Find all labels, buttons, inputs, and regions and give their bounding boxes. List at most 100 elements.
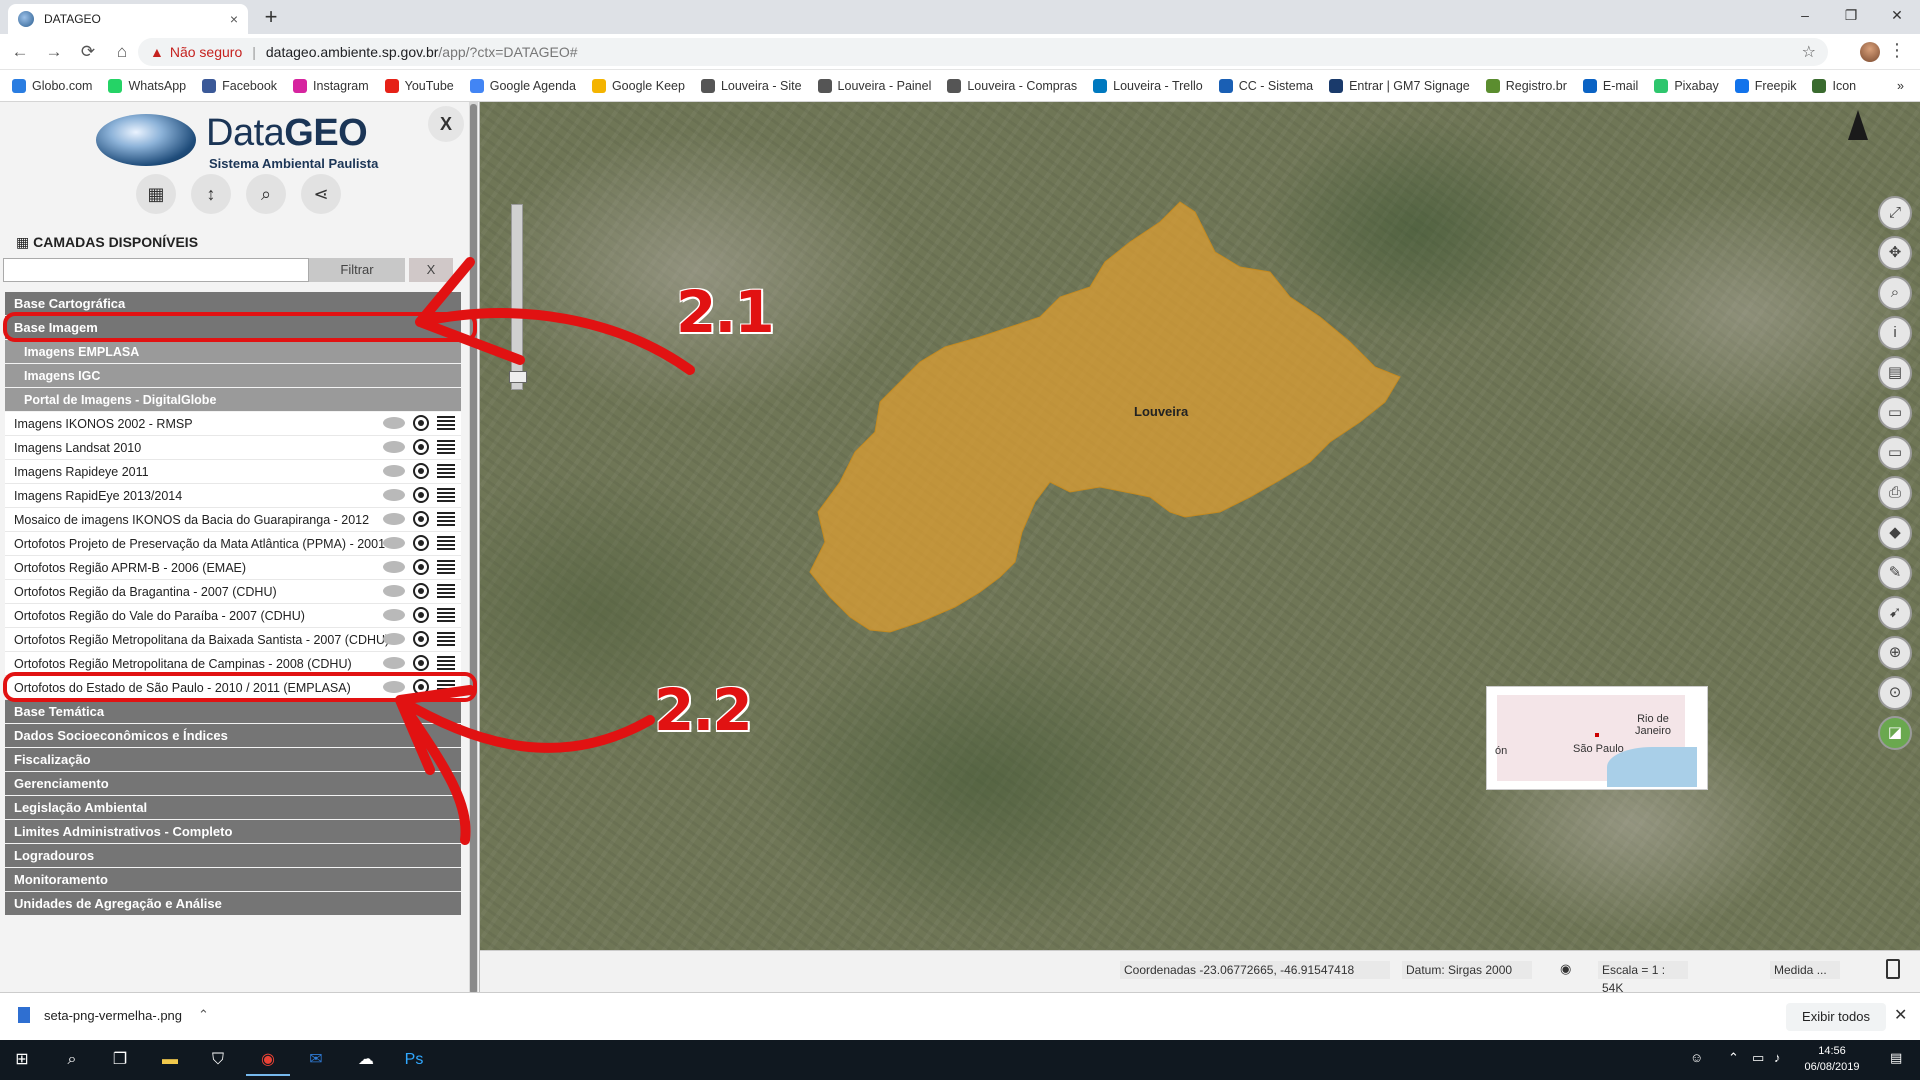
clear-filter-button[interactable]: X bbox=[409, 258, 453, 282]
layer-subcategory[interactable]: Imagens IGC bbox=[5, 364, 461, 388]
bookmark-item[interactable]: YouTube bbox=[384, 78, 454, 93]
layer-radio[interactable] bbox=[413, 511, 429, 527]
layer-item[interactable]: Ortofotos Região do Vale do Paraíba - 20… bbox=[5, 604, 461, 628]
bookmark-item[interactable]: Louveira - Painel bbox=[817, 78, 931, 93]
layer-item[interactable]: Ortofotos Região Metropolitana de Campin… bbox=[5, 652, 461, 676]
visibility-eye-icon[interactable] bbox=[383, 657, 405, 669]
pencil-icon[interactable]: ✎ bbox=[1878, 556, 1912, 590]
layer-radio[interactable] bbox=[413, 463, 429, 479]
search-icon[interactable]: ⌕ bbox=[246, 174, 286, 214]
grid-icon[interactable]: ▦ bbox=[136, 174, 176, 214]
zoom-slider[interactable] bbox=[509, 204, 527, 390]
close-panel-button[interactable]: X bbox=[428, 106, 464, 142]
measure-readout[interactable]: Medida ... bbox=[1770, 961, 1840, 979]
close-window-button[interactable]: ✕ bbox=[1874, 0, 1920, 30]
panel-scroll-thumb[interactable] bbox=[470, 104, 477, 994]
info-icon[interactable]: i bbox=[1878, 316, 1912, 350]
layer-item[interactable]: Imagens IKONOS 2002 - RMSP bbox=[5, 412, 461, 436]
layer-category[interactable]: Legislação Ambiental bbox=[5, 796, 461, 820]
layer-item[interactable]: Mosaico de imagens IKONOS da Bacia do Gu… bbox=[5, 508, 461, 532]
omnibox[interactable]: ▲ Não seguro | datageo.ambiente.sp.gov.b… bbox=[138, 38, 1828, 66]
reload-button[interactable]: ⟳ bbox=[74, 38, 102, 66]
zoom-icon[interactable]: ⌕ bbox=[1878, 276, 1912, 310]
taskbar-clock[interactable]: 14:56 06/08/2019 bbox=[1800, 1043, 1864, 1075]
layer-menu-icon[interactable] bbox=[437, 608, 455, 622]
arrows-vertical-icon[interactable]: ↕ bbox=[191, 174, 231, 214]
layer-radio[interactable] bbox=[413, 655, 429, 671]
layer-item[interactable]: Ortofotos Projeto de Preservação da Mata… bbox=[5, 532, 461, 556]
forward-button[interactable]: → bbox=[40, 38, 68, 66]
layer-menu-icon[interactable] bbox=[437, 536, 455, 550]
document-icon[interactable]: ▤ bbox=[1878, 356, 1912, 390]
ruler2-icon[interactable]: ▭ bbox=[1878, 436, 1912, 470]
chrome-icon[interactable]: ◉ bbox=[246, 1044, 290, 1076]
layer-category[interactable]: Limites Administrativos - Completo bbox=[5, 820, 461, 844]
visibility-eye-icon[interactable] bbox=[383, 417, 405, 429]
map-view[interactable]: Louveira ⤢ ✥ ⌕ i ▤ ▭ ▭ ⎙ ◆ ✎ ➹ ⊕ ⊙ ◪ Rio de Janeiro S… bbox=[480, 102, 1920, 950]
filter-button[interactable]: Filtrar bbox=[309, 258, 405, 282]
visibility-eye-icon[interactable] bbox=[383, 465, 405, 477]
bookmark-item[interactable]: Google Agenda bbox=[469, 78, 576, 93]
bookmark-item[interactable]: Instagram bbox=[293, 78, 369, 93]
visibility-eye-icon[interactable] bbox=[383, 609, 405, 621]
mobile-view-icon[interactable] bbox=[1886, 959, 1900, 979]
download-item[interactable]: seta-png-vermelha-.png ⌃ bbox=[18, 1007, 209, 1023]
tab-close-icon[interactable]: × bbox=[230, 11, 238, 27]
layer-item[interactable]: Ortofotos do Estado de São Paulo - 2010 … bbox=[5, 676, 461, 700]
file-explorer-icon[interactable]: ▬ bbox=[148, 1044, 192, 1076]
layer-subcategory[interactable]: Portal de Imagens - DigitalGlobe bbox=[5, 388, 461, 412]
streetview-icon[interactable]: ◪ bbox=[1878, 716, 1912, 750]
layer-category[interactable]: Dados Socioeconômicos e Índices bbox=[5, 724, 461, 748]
bookmark-item[interactable]: Freepik bbox=[1734, 78, 1796, 93]
layer-radio[interactable] bbox=[413, 583, 429, 599]
layers-icon[interactable]: ◆ bbox=[1878, 516, 1912, 550]
print-icon[interactable]: ⎙ bbox=[1878, 476, 1912, 510]
bookmark-item[interactable]: Louveira - Site bbox=[700, 78, 802, 93]
layer-radio[interactable] bbox=[413, 607, 429, 623]
volume-icon[interactable]: ♪ bbox=[1774, 1050, 1781, 1065]
bookmark-item[interactable]: Louveira - Compras bbox=[947, 78, 1077, 93]
browser-menu-icon[interactable]: ⋮ bbox=[1888, 40, 1906, 61]
notifications-icon[interactable]: ▤ bbox=[1890, 1050, 1902, 1066]
pointer-icon[interactable]: ➹ bbox=[1878, 596, 1912, 630]
locate-icon[interactable]: ⊙ bbox=[1878, 676, 1912, 710]
layer-radio[interactable] bbox=[413, 415, 429, 431]
layer-category[interactable]: Gerenciamento bbox=[5, 772, 461, 796]
bookmark-item[interactable]: Registro.br bbox=[1485, 78, 1567, 93]
minimize-button[interactable]: – bbox=[1782, 0, 1828, 30]
visibility-eye-icon[interactable] bbox=[383, 633, 405, 645]
layer-radio[interactable] bbox=[413, 559, 429, 575]
pan-icon[interactable]: ✥ bbox=[1878, 236, 1912, 270]
layer-item[interactable]: Ortofotos Região APRM-B - 2006 (EMAE) bbox=[5, 556, 461, 580]
app-icon[interactable]: ☁ bbox=[344, 1044, 388, 1076]
bookmark-item[interactable]: WhatsApp bbox=[108, 78, 186, 93]
layer-item[interactable]: Ortofotos Região Metropolitana da Baixad… bbox=[5, 628, 461, 652]
layer-category[interactable]: Logradouros bbox=[5, 844, 461, 868]
windows-start-icon[interactable]: ⊞ bbox=[0, 1044, 44, 1076]
bookmark-item[interactable]: Louveira - Trello bbox=[1093, 78, 1203, 93]
layer-menu-icon[interactable] bbox=[437, 512, 455, 526]
layer-radio[interactable] bbox=[413, 631, 429, 647]
layer-menu-icon[interactable] bbox=[437, 464, 455, 478]
layer-menu-icon[interactable] bbox=[437, 680, 455, 694]
close-shelf-button[interactable]: ✕ bbox=[1894, 1005, 1907, 1025]
photoshop-icon[interactable]: Ps bbox=[392, 1044, 436, 1076]
layer-category[interactable]: Base Imagem bbox=[5, 316, 461, 340]
new-tab-button[interactable]: + bbox=[258, 5, 284, 31]
layer-category[interactable]: Base Temática bbox=[5, 700, 461, 724]
datum-target-icon[interactable]: ◉ bbox=[1560, 961, 1571, 977]
visibility-eye-icon[interactable] bbox=[383, 561, 405, 573]
bookmark-item[interactable]: CC - Sistema bbox=[1218, 78, 1313, 93]
bookmark-item[interactable]: Globo.com bbox=[12, 78, 92, 93]
overview-minimap[interactable]: Rio de Janeiro São Paulo ón bbox=[1486, 686, 1708, 790]
layer-category[interactable]: Base Cartográfica bbox=[5, 292, 461, 316]
layer-menu-icon[interactable] bbox=[437, 488, 455, 502]
bookmark-item[interactable]: Facebook bbox=[202, 78, 277, 93]
store-icon[interactable]: ⛉ bbox=[196, 1044, 240, 1076]
layer-category[interactable]: Fiscalização bbox=[5, 748, 461, 772]
ruler-icon[interactable]: ▭ bbox=[1878, 396, 1912, 430]
visibility-eye-icon[interactable] bbox=[383, 513, 405, 525]
security-label[interactable]: Não seguro bbox=[170, 44, 242, 60]
layer-item[interactable]: Ortofotos Região da Bragantina - 2007 (C… bbox=[5, 580, 461, 604]
show-all-downloads-button[interactable]: Exibir todos bbox=[1786, 1003, 1886, 1031]
